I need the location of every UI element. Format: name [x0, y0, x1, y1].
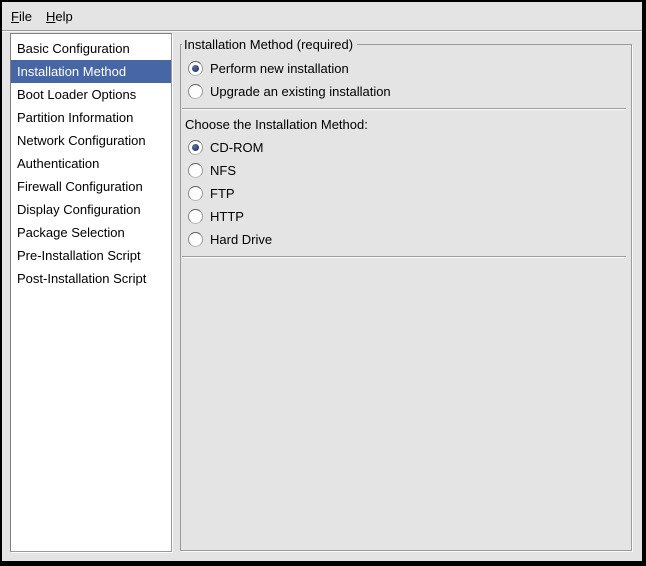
- radio-row-ftp[interactable]: FTP: [181, 182, 631, 205]
- menu-bar: File Help: [2, 2, 642, 30]
- sidebar-item-post-installation-script[interactable]: Post-Installation Script: [11, 267, 171, 290]
- sidebar-item-boot-loader-options[interactable]: Boot Loader Options: [11, 83, 171, 106]
- menubar-separator: [2, 30, 642, 32]
- radio-icon-cdrom[interactable]: [188, 140, 203, 155]
- radio-icon-upgrade-existing-installation[interactable]: [188, 84, 203, 99]
- sidebar-item-package-selection[interactable]: Package Selection: [11, 221, 171, 244]
- radio-row-http[interactable]: HTTP: [181, 205, 631, 228]
- radio-label: Hard Drive: [210, 232, 272, 247]
- sidebar-item-partition-information[interactable]: Partition Information: [11, 106, 171, 129]
- menu-file-mnemonic: F: [11, 9, 19, 24]
- separator: [182, 108, 626, 110]
- section-list: Basic Configuration Installation Method …: [10, 33, 172, 552]
- installation-method-frame: Installation Method (required) Perform n…: [180, 44, 632, 551]
- menu-file[interactable]: File: [4, 5, 39, 28]
- radio-label: Upgrade an existing installation: [210, 84, 391, 99]
- radio-icon-http[interactable]: [188, 209, 203, 224]
- sidebar-item-network-configuration[interactable]: Network Configuration: [11, 129, 171, 152]
- radio-label: Perform new installation: [210, 61, 349, 76]
- menu-help[interactable]: Help: [39, 5, 80, 28]
- menu-help-label: elp: [55, 9, 72, 24]
- radio-label: HTTP: [210, 209, 244, 224]
- menu-help-mnemonic: H: [46, 9, 55, 24]
- menu-file-label: ile: [19, 9, 32, 24]
- radio-row-nfs[interactable]: NFS: [181, 159, 631, 182]
- radio-label: FTP: [210, 186, 235, 201]
- radio-icon-nfs[interactable]: [188, 163, 203, 178]
- sidebar-item-firewall-configuration[interactable]: Firewall Configuration: [11, 175, 171, 198]
- radio-label: CD-ROM: [210, 140, 263, 155]
- sidebar-item-display-configuration[interactable]: Display Configuration: [11, 198, 171, 221]
- radio-row-upgrade-existing-installation[interactable]: Upgrade an existing installation: [181, 80, 631, 103]
- radio-row-hard-drive[interactable]: Hard Drive: [181, 228, 631, 251]
- radio-icon-ftp[interactable]: [188, 186, 203, 201]
- radio-label: NFS: [210, 163, 236, 178]
- separator: [182, 256, 626, 258]
- sidebar-item-pre-installation-script[interactable]: Pre-Installation Script: [11, 244, 171, 267]
- radio-row-perform-new-installation[interactable]: Perform new installation: [181, 57, 631, 80]
- radio-icon-perform-new-installation[interactable]: [188, 61, 203, 76]
- sidebar-item-installation-method[interactable]: Installation Method: [11, 60, 171, 83]
- frame-title: Installation Method (required): [182, 36, 357, 53]
- radio-icon-hard-drive[interactable]: [188, 232, 203, 247]
- sidebar-item-authentication[interactable]: Authentication: [11, 152, 171, 175]
- kickstart-configurator-window: File Help Basic Configuration Installati…: [0, 0, 646, 566]
- radio-row-cdrom[interactable]: CD-ROM: [181, 136, 631, 159]
- choose-method-label: Choose the Installation Method:: [181, 113, 631, 136]
- sidebar-item-basic-configuration[interactable]: Basic Configuration: [11, 37, 171, 60]
